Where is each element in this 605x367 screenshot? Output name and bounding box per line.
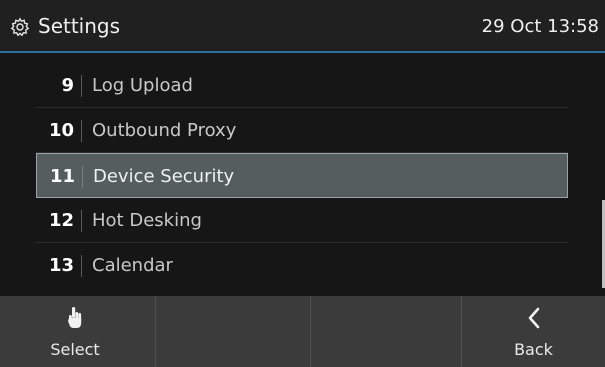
- softkey-label: Back: [514, 340, 553, 359]
- softkey-label: Select: [50, 340, 100, 359]
- softkey-bar: Select Back: [0, 296, 605, 367]
- menu-item-number: 13: [48, 255, 74, 276]
- menu-item-device-security[interactable]: 11 Device Security: [36, 153, 568, 198]
- settings-menu-list: 9 Log Upload 10 Outbound Proxy 11 Device…: [0, 53, 605, 296]
- select-softkey[interactable]: Select: [0, 296, 150, 367]
- menu-item-separator: [81, 75, 82, 97]
- menu-item-label: Outbound Proxy: [92, 120, 237, 141]
- menu-item-outbound-proxy[interactable]: 10 Outbound Proxy: [36, 108, 568, 153]
- menu-item-number: 11: [49, 166, 75, 187]
- gear-icon: [10, 17, 30, 37]
- hand-pointer-icon: [0, 306, 150, 332]
- menu-item-separator: [81, 210, 82, 232]
- menu-item-hot-desking[interactable]: 12 Hot Desking: [36, 198, 568, 243]
- menu-item-label: Device Security: [93, 166, 235, 187]
- back-softkey[interactable]: Back: [462, 296, 605, 367]
- chevron-left-icon: [462, 306, 605, 332]
- menu-item-separator: [81, 120, 82, 142]
- menu-item-separator: [81, 255, 82, 277]
- page-title: Settings: [38, 14, 121, 38]
- menu-item-separator: [82, 166, 83, 188]
- menu-item-label: Hot Desking: [92, 210, 202, 231]
- empty-softkey-3[interactable]: [311, 296, 461, 367]
- menu-item-calendar[interactable]: 13 Calendar: [36, 243, 568, 288]
- menu-item-number: 12: [48, 210, 74, 231]
- menu-item-number: 10: [48, 120, 74, 141]
- menu-item-number: 9: [61, 75, 74, 96]
- menu-item-log-upload[interactable]: 9 Log Upload: [36, 63, 568, 108]
- status-header: Settings 29 Oct 13:58: [0, 0, 605, 52]
- menu-item-label: Calendar: [92, 255, 173, 276]
- menu-item-label: Log Upload: [92, 75, 193, 96]
- date-time: 29 Oct 13:58: [481, 16, 599, 37]
- empty-softkey-2[interactable]: [156, 296, 306, 367]
- phone-screen: Settings 29 Oct 13:58 9 Log Upload 10 Ou…: [0, 0, 605, 367]
